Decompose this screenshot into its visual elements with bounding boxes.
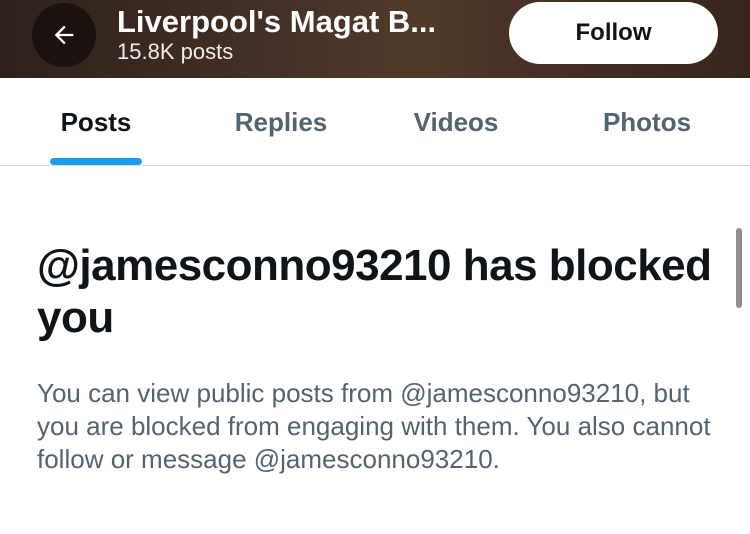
profile-name: Liverpool's Magat B... [117, 4, 437, 39]
tab-videos[interactable]: Videos [396, 78, 516, 166]
tab-photos[interactable]: Photos [585, 78, 709, 166]
post-count: 15.8K posts [117, 39, 234, 64]
active-tab-indicator [50, 158, 142, 165]
profile-tabs: Posts Replies Videos Photos [0, 78, 750, 166]
tab-posts[interactable]: Posts [38, 78, 154, 166]
scrollbar[interactable] [736, 228, 742, 308]
profile-title-block: Liverpool's Magat B... 15.8K posts [117, 4, 467, 64]
tab-replies[interactable]: Replies [215, 78, 347, 166]
back-button[interactable] [32, 3, 96, 67]
arrow-left-icon [54, 25, 74, 45]
follow-button[interactable]: Follow [509, 2, 718, 64]
blocked-heading: @jamesconno93210 has blocked you [37, 241, 712, 342]
profile-header: Liverpool's Magat B... 15.8K posts Follo… [0, 0, 750, 78]
blocked-description: You can view public posts from @jamescon… [37, 378, 711, 474]
